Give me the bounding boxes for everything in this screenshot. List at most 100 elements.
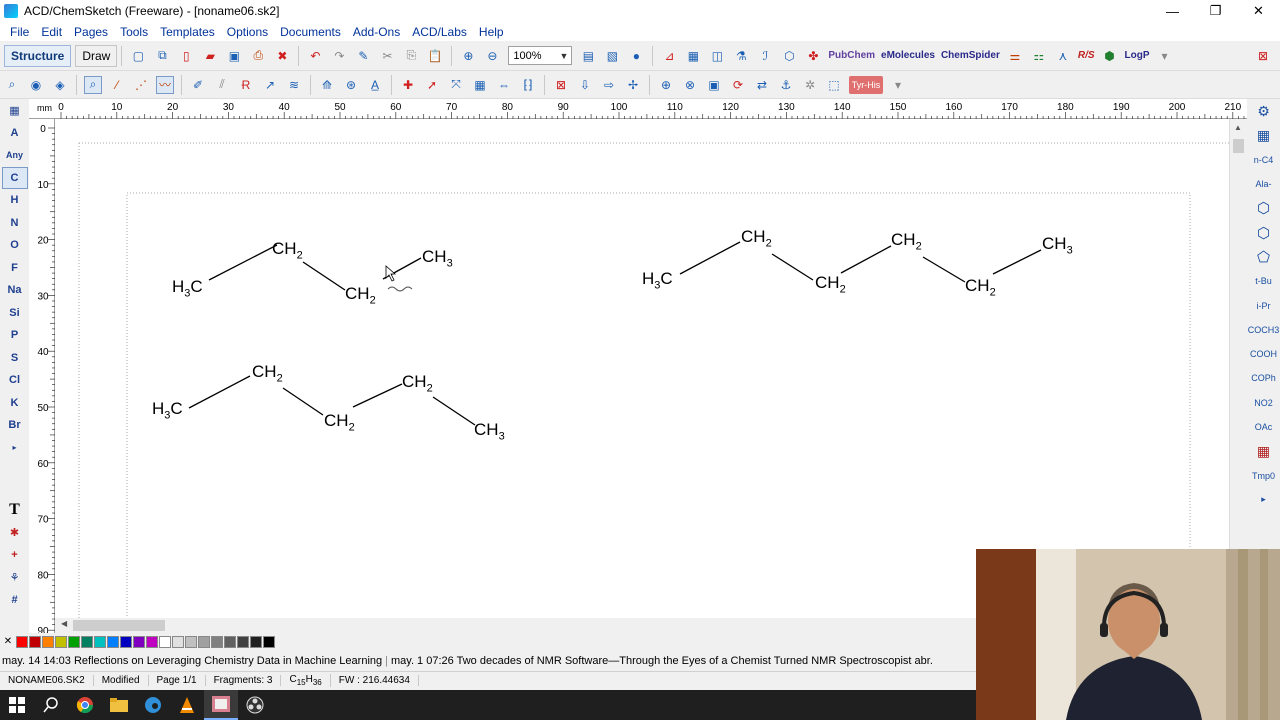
chain-selected-icon[interactable]: 〰 <box>156 75 174 94</box>
zoom-in-icon[interactable]: ⊕ <box>459 47 477 65</box>
template-ala-button[interactable]: Ala- <box>1249 172 1279 196</box>
template-tmp0-button[interactable]: Tmp0 <box>1249 463 1279 487</box>
clean-icon[interactable]: ✎ <box>354 47 372 65</box>
delete-page-icon[interactable]: ✖ <box>273 47 291 65</box>
emolecules-button[interactable]: eMolecules <box>881 50 935 61</box>
table-icon[interactable]: ▦ <box>684 47 702 65</box>
chrome-icon[interactable] <box>68 690 102 720</box>
new-file-icon[interactable]: ▯ <box>177 47 195 65</box>
arrow-icon[interactable]: ↗ <box>261 76 279 94</box>
peptide-icon[interactable]: ⚓ <box>777 76 795 94</box>
atom-na-button[interactable]: Na <box>2 279 28 302</box>
color-swatch[interactable] <box>68 635 80 648</box>
atom-k-button[interactable]: K <box>2 392 28 415</box>
menu-acd-labs[interactable]: ACD/Labs <box>406 25 473 39</box>
copy-page-icon[interactable]: ⧉ <box>153 47 171 65</box>
map-icon[interactable]: ⤧ <box>447 76 465 94</box>
color-swatch[interactable] <box>237 635 249 648</box>
atom-label[interactable]: H3C <box>172 277 203 299</box>
color-swatch[interactable] <box>159 635 171 648</box>
rs-button[interactable]: R/S <box>1078 50 1095 61</box>
zoom-select[interactable]: 100% ▼ <box>508 46 573 65</box>
tautomer-icon[interactable]: ✤ <box>804 47 822 65</box>
3d-rotate-icon[interactable]: ▣ <box>705 76 723 94</box>
close-document-icon[interactable]: ⊠ <box>1254 47 1272 65</box>
color-swatch[interactable] <box>185 635 197 648</box>
brackets-icon[interactable]: ⁅⁆ <box>519 76 537 94</box>
plus-icon[interactable]: ✚ <box>399 76 417 94</box>
select-zoom-icon[interactable]: ⌕ <box>84 75 102 94</box>
grid-icon[interactable]: ▦ <box>471 76 489 94</box>
3d-viewer-icon[interactable]: ● <box>627 47 645 65</box>
atom-p-button[interactable]: P <box>2 324 28 347</box>
print-icon[interactable]: ⎙ <box>249 47 267 65</box>
menu-templates[interactable]: Templates <box>154 25 221 39</box>
move-icon[interactable]: ⊗ <box>681 76 699 94</box>
color-swatch[interactable] <box>81 635 93 648</box>
select-icon[interactable]: ⌕ <box>3 76 21 94</box>
menu-tools[interactable]: Tools <box>114 25 154 39</box>
atom-label[interactable]: CH2 <box>965 276 996 298</box>
a-to-a-icon[interactable]: ⇔ <box>495 76 513 94</box>
pubchem-button[interactable]: PubChem <box>828 50 875 61</box>
undo-icon[interactable]: ↶ <box>306 47 324 65</box>
color-swatch[interactable] <box>16 635 28 648</box>
palette-close-icon[interactable]: ✕ <box>2 636 14 648</box>
ticker-item[interactable]: may. 14 14:03 Reflections on Leveraging … <box>2 655 382 667</box>
draw-mode-button[interactable]: Draw <box>75 44 118 67</box>
atom-a-button[interactable]: A <box>2 122 28 145</box>
cut-icon[interactable]: ✂ <box>378 47 396 65</box>
radical-icon[interactable]: ✱ <box>2 522 28 545</box>
chain-draw-icon[interactable]: ⋰ <box>132 76 150 94</box>
wavy-bond-icon[interactable]: ≋ <box>285 76 303 94</box>
menu-options[interactable]: Options <box>221 25 274 39</box>
color-swatch[interactable] <box>55 635 67 648</box>
atom-si-button[interactable]: Si <box>2 302 28 325</box>
color-swatch[interactable] <box>250 635 262 648</box>
color-swatch[interactable] <box>224 635 236 648</box>
copy-icon[interactable]: ⎘ <box>402 47 420 65</box>
menu-add-ons[interactable]: Add-Ons <box>347 25 406 39</box>
template-n-c4-button[interactable]: n-C4 <box>1249 148 1279 172</box>
atom-h-button[interactable]: H <box>2 189 28 212</box>
atom-any-button[interactable]: Any <box>2 144 28 167</box>
flip-horizontal-icon[interactable]: ⇨ <box>600 76 618 94</box>
minimize-button[interactable]: — <box>1151 0 1194 22</box>
save-icon[interactable]: ▣ <box>225 47 243 65</box>
reaction-arrow-icon[interactable]: ➚ <box>423 76 441 94</box>
bond-draw-icon[interactable]: ⁄ <box>108 76 126 94</box>
menu-file[interactable]: File <box>4 25 35 39</box>
rs-label-icon[interactable]: ⋏ <box>1054 47 1072 65</box>
zoom-out-icon[interactable]: ⊖ <box>483 47 501 65</box>
menu-documents[interactable]: Documents <box>274 25 347 39</box>
stereo-icon[interactable]: ⚌ <box>1006 47 1024 65</box>
hatch-icon[interactable]: ⫽ <box>213 76 231 94</box>
color-swatch[interactable] <box>198 635 210 648</box>
atom-label[interactable]: H3C <box>152 399 183 421</box>
template-coph-button[interactable]: COPh <box>1249 366 1279 390</box>
logp-button[interactable]: LogP <box>1125 50 1150 61</box>
text-tool-icon[interactable]: T <box>2 499 28 522</box>
name-icon[interactable]: ◫ <box>708 47 726 65</box>
atom-label[interactable]: H3C <box>642 269 673 291</box>
new-page-icon[interactable]: ▢ <box>129 47 147 65</box>
benzene-icon[interactable]: ⬡ <box>1249 196 1279 220</box>
redo-icon[interactable]: ↷ <box>330 47 348 65</box>
color-swatch[interactable] <box>94 635 106 648</box>
image-icon[interactable]: ▧ <box>603 47 621 65</box>
atom-label[interactable]: CH2 <box>402 372 433 394</box>
pen-icon[interactable]: ✐ <box>189 76 207 94</box>
lasso-icon[interactable]: ◉ <box>27 76 45 94</box>
logp-icon[interactable]: ⬢ <box>1101 47 1119 65</box>
cyclopentane-icon[interactable]: ⬠ <box>1249 245 1279 269</box>
templates-window-icon[interactable]: ▤ <box>579 47 597 65</box>
wedge-icon[interactable]: ⟰ <box>318 76 336 94</box>
cyclohexane-icon[interactable]: ⬡ <box>1249 220 1279 244</box>
template-oac-button[interactable]: OAc <box>1249 415 1279 439</box>
toolbar-more-icon[interactable]: ▾ <box>1156 47 1174 65</box>
horizontal-scroll-thumb[interactable] <box>73 620 165 631</box>
obs-icon[interactable] <box>238 690 272 720</box>
color-swatch[interactable] <box>211 635 223 648</box>
vlc-icon[interactable] <box>170 690 204 720</box>
restore-button[interactable]: ❐ <box>1194 0 1237 22</box>
